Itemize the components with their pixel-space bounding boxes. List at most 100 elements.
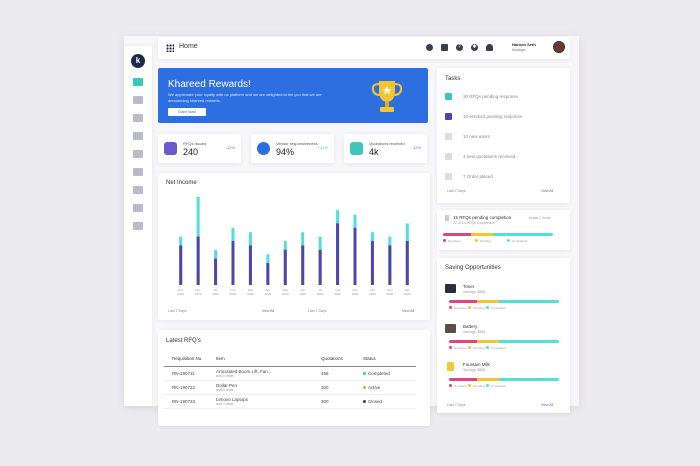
column-header[interactable]: Item (216, 352, 321, 367)
status-badge: Completed (368, 370, 390, 376)
view-all-link[interactable]: View All (262, 309, 274, 313)
period-filter-2[interactable]: Last 7 Days (308, 309, 326, 313)
pending-title: 15 RFQs pending completion (453, 215, 512, 220)
quotation-count: 456 (321, 366, 363, 381)
period-filter[interactable]: Last 7 Days (447, 403, 465, 407)
period-filter[interactable]: Last 7 Days (447, 189, 465, 193)
x-tick-label: 2020 (282, 292, 289, 296)
pending-due: in last 2 hours (529, 216, 551, 220)
pending-subtitle: 22 of 14 RFQs Completed (453, 221, 494, 225)
checkbox[interactable] (445, 173, 452, 180)
analytics-icon[interactable] (133, 222, 143, 230)
period-filter[interactable]: Last 7 Days (168, 309, 186, 313)
mail-icon[interactable] (441, 44, 448, 51)
column-header[interactable]: Status (363, 352, 416, 367)
claim-now-button[interactable]: Claim Now! (168, 108, 206, 116)
checkbox[interactable] (445, 93, 452, 100)
bar-series-1 (231, 241, 235, 285)
stat-card-vendor[interactable]: Vendor responsiveness 94% +12% (251, 134, 334, 163)
cart-icon[interactable] (133, 114, 143, 122)
task-label: 30 RFQs pending response (463, 94, 519, 99)
stat-label: RFQs Issued (183, 141, 207, 146)
item-more: and 4 other (216, 373, 234, 378)
view-all-link[interactable]: View All (541, 403, 553, 407)
stat-label: Quotations received (369, 141, 405, 146)
column-header[interactable]: Quotations (321, 352, 363, 367)
legend-completed: Completed (507, 239, 527, 243)
help-icon[interactable]: ? (456, 44, 463, 51)
logo[interactable]: k (131, 54, 145, 68)
stat-change: -12% (411, 145, 421, 150)
stat-value: 4k (369, 147, 379, 157)
bar-series-1 (196, 236, 200, 285)
bar-series-1 (353, 227, 357, 285)
quotation-count: 300 (321, 380, 363, 395)
user-name[interactable]: Haroon Seth (512, 42, 536, 47)
page-title: Home (179, 43, 198, 50)
menu-grid-icon[interactable] (166, 44, 174, 52)
bar-series-1 (266, 263, 270, 285)
progress-bar (449, 300, 559, 303)
avatar[interactable] (553, 41, 565, 53)
checkbox[interactable] (445, 153, 452, 160)
saving-item-name: Toner (463, 284, 475, 289)
latest-rfqs-card: Latest RFQ's Requisition No. Item Quotat… (158, 330, 430, 426)
item-cell: Dollar Pen and 4 other (216, 380, 321, 395)
stat-value: 240 (183, 147, 199, 157)
requisition-no: RN-190733 (164, 394, 216, 409)
status-cell: Completed (363, 366, 416, 381)
status-dot (363, 399, 366, 403)
settings-icon[interactable]: ✱ (471, 44, 478, 51)
checkbox[interactable] (445, 113, 452, 120)
report-icon[interactable] (133, 186, 143, 194)
bell-icon[interactable] (486, 44, 493, 51)
pending-card: 15 RFQs pending completion 22 of 14 RFQs… (437, 210, 570, 250)
table-row[interactable]: RN-190711 Articulated Boom Lift, Fan... a… (164, 366, 416, 381)
x-tick-label: 2020 (212, 292, 219, 296)
view-all-link-2[interactable]: View All (402, 309, 414, 313)
x-tick-label: 2020 (299, 292, 306, 296)
task-label: 4 new quotations received (463, 154, 516, 159)
requisition-no: RN-190722 (164, 380, 216, 395)
table-row[interactable]: RN-190722 Dollar Pen and 4 other 300 Acti… (164, 380, 416, 395)
rfq-table: Requisition No. Item Quotations Status R… (164, 352, 416, 409)
saving-title: Saving Opportunities (445, 265, 501, 271)
status-dot (363, 385, 366, 389)
view-all-link[interactable]: View All (541, 189, 553, 193)
stat-card-quotations[interactable]: Quotations received 4k -12% (344, 134, 427, 163)
quotation-count: 300 (321, 394, 363, 409)
column-header[interactable]: Requisition No. (164, 352, 216, 367)
inventory-icon[interactable] (133, 132, 143, 140)
bar-series-1 (214, 258, 218, 285)
bar-series-1 (388, 245, 392, 285)
stat-value: 94% (276, 147, 295, 157)
table-row[interactable]: RN-190733 Lenovo Laptops and 4 other 300 … (164, 394, 416, 409)
monitor-icon[interactable] (133, 96, 143, 104)
sidebar: k (124, 46, 152, 406)
progress-bar (449, 378, 559, 381)
saving-item-sub: Savings: $565 (463, 330, 486, 334)
support-icon[interactable] (426, 44, 433, 51)
bar-series-1 (179, 245, 183, 285)
task-label: 7 Order placed (463, 174, 493, 179)
saving-item-sub: Savings: $565 (463, 368, 486, 372)
table-header: Requisition No. Item Quotations Status (164, 352, 416, 367)
bar-series-1 (405, 241, 409, 285)
dashboard-icon[interactable] (133, 78, 143, 86)
document-icon[interactable] (133, 150, 143, 158)
tools-icon[interactable] (133, 204, 143, 212)
banner-text: We appreciate your loyalty with us platf… (168, 92, 322, 103)
saving-item-name: Fountain Milk (463, 362, 490, 367)
stat-card-rfqs[interactable]: RFQs Issued 240 -12% (158, 134, 241, 163)
saving-item-name: Battery (463, 324, 478, 329)
x-tick-label: 2020 (247, 292, 254, 296)
checkbox[interactable] (445, 133, 452, 140)
list-icon[interactable] (133, 168, 143, 176)
stat-change: -12% (225, 145, 235, 150)
stat-change: +12% (317, 145, 328, 150)
gauge-icon (257, 142, 270, 155)
net-income-title: Net Income (166, 180, 197, 186)
x-tick-label: 2020 (404, 292, 411, 296)
saving-item-sub: Savings: $565 (463, 290, 486, 294)
status-cell: Active (363, 380, 416, 395)
